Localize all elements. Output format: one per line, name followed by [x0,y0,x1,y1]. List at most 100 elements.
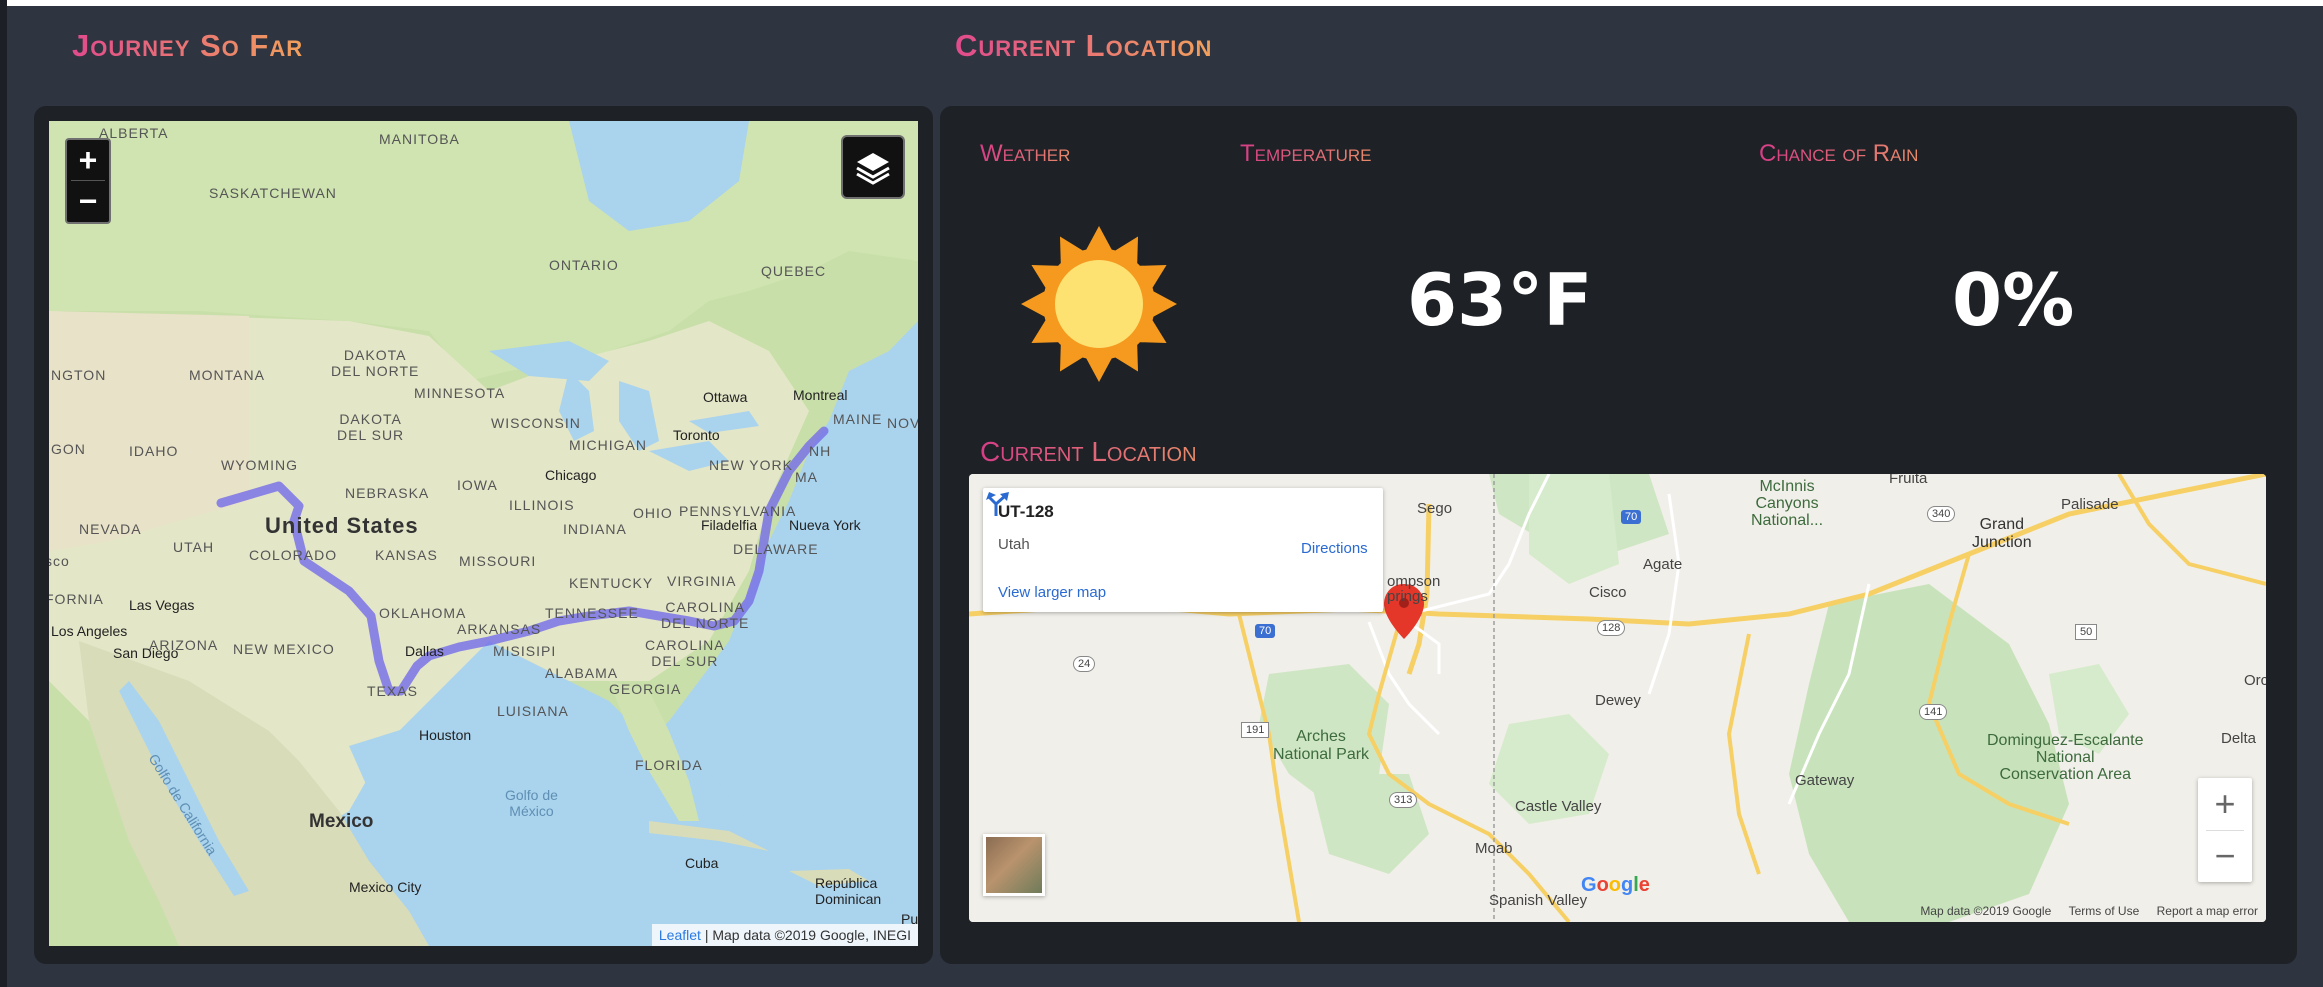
map-label-louisiana: LUISIANA [497,703,569,719]
journey-map-terrain [49,121,918,946]
route-shield-340: 340 [1927,506,1956,522]
map-label-moab: Moab [1475,840,1513,857]
map-label-filadelfia: Filadelfia [701,517,758,533]
rain-value: 0% [1952,258,2075,342]
map-label-dallas: Dallas [405,643,444,659]
weather-label: Weather [980,140,1071,167]
journey-heading: Journey So Far [72,28,304,63]
map-label-san-diego: San Diego [113,645,179,661]
route-shield-128: 128 [1597,620,1626,636]
map-label-mexico: Mexico [309,811,374,832]
map-label-carolina-sur: CAROLINA DEL SUR [645,637,725,669]
journey-zoom-control: + − [65,138,111,224]
map-label-iowa: IOWA [457,477,498,493]
view-larger-map-link[interactable]: View larger map [998,584,1106,601]
terms-link[interactable]: Terms of Use [2069,904,2140,918]
map-label-mcinnis: McInnis Canyons National... [1751,478,1824,529]
leaflet-link[interactable]: Leaflet [659,927,701,943]
map-label-wyoming: WYOMING [221,457,298,473]
map-label-missouri: MISSOURI [459,553,537,569]
map-label-minnesota: MINNESOTA [414,385,506,401]
map-info-card: UT-128 Utah View larger map Directions [983,488,1383,612]
current-location-label: Current Location [980,436,1197,467]
location-map[interactable]: Sego ompson prings Agate Cisco Dewey McI… [969,474,2266,922]
map-label-south-dakota: DAKOTA DEL SUR [337,411,405,443]
map-label-agate: Agate [1643,556,1683,573]
map-label-delaware: DELAWARE [733,541,819,557]
map-label-arkansas: ARKANSAS [457,621,542,637]
map-label-sco: sco [49,553,70,569]
map-label-nebraska: NEBRASKA [345,485,430,501]
map-data-text: Map data ©2019 Google [1920,904,2052,918]
temperature-value: 63°F [1407,258,1593,342]
map-label-colorado: COLORADO [249,547,338,563]
map-label-castle-valley: Castle Valley [1515,798,1602,815]
journey-zoom-out-button[interactable]: − [67,181,109,221]
directions-icon[interactable] [983,488,1013,518]
map-label-ottawa: Ottawa [703,389,748,405]
map-label-arches: Arches National Park [1273,728,1370,763]
map-label-houston: Houston [419,727,472,743]
map-label-nueva-york: Nueva York [789,517,861,533]
map-label-montreal: Montreal [793,387,848,403]
map-label-dominican: República Dominican [815,875,882,907]
map-label-orc: Orc [2244,672,2266,689]
route-shield-50: 50 [2075,624,2098,640]
directions-link[interactable]: Directions [1301,540,1368,557]
route-shield-24: 24 [1073,656,1096,672]
route-shield-313: 313 [1389,792,1418,808]
map-label-nh: NH [809,443,832,459]
map-label-grand-junction: Grand Junction [1972,516,2032,551]
map-label-nevada: NEVADA [79,521,142,537]
map-label-montana: MONTANA [189,367,265,383]
temperature-label: Temperature [1240,140,1372,167]
route-shield-70-north: 70 [1621,510,1642,524]
map-label-kentucky: KENTUCKY [569,575,654,591]
map-label-michigan: MICHIGAN [569,437,647,453]
journey-attribution: Leaflet | Map data ©2019 Google, INEGI [651,924,918,946]
map-label-dewey: Dewey [1595,692,1641,709]
map-label-nov: NOV [887,415,918,431]
map-label-ma: MA [795,469,818,485]
map-label-saskatchewan: SASKATCHEWAN [209,185,337,201]
map-label-gulf-mexico: Golfo de México [505,787,558,819]
route-shield-191: 191 [1241,722,1270,738]
map-label-gon: GON [51,441,86,457]
map-label-utah: UTAH [173,539,215,555]
current-location-heading: Current Location [955,28,1213,63]
map-label-manitoba: MANITOBA [379,131,460,147]
map-label-oklahoma: OKLAHOMA [379,605,467,621]
google-logo: Google [1581,874,1650,896]
map-label-las-vegas: Las Vegas [129,597,195,613]
map-label-alabama: ALABAMA [545,665,619,681]
map-label-quebec: QUEBEC [761,263,827,279]
layers-icon [856,153,890,185]
map-label-wisconsin: WISCONSIN [491,415,581,431]
map-label-kansas: KANSAS [375,547,438,563]
map-label-new-york: NEW YORK [709,457,793,473]
info-subtitle: Utah [998,536,1030,553]
route-shield-141: 141 [1919,704,1948,720]
map-label-tennessee: TENNESSEE [545,605,639,621]
map-label-mississippi: MISISIPI [493,643,557,659]
rain-label: Chance of Rain [1759,140,1919,167]
map-label-toronto: Toronto [673,427,720,443]
map-label-los-angeles: Los Angeles [51,623,128,639]
map-label-united-states: United States [265,513,419,538]
map-label-georgia: GEORGIA [609,681,682,697]
map-label-illinois: ILLINOIS [509,497,575,513]
map-label-mexico-city: Mexico City [349,879,422,895]
report-error-link[interactable]: Report a map error [2157,904,2258,918]
map-label-thompson: ompson prings [1387,573,1441,605]
location-zoom-in-button[interactable]: + [2198,778,2252,830]
map-footer: Map data ©2019 Google Terms of Use Repor… [1906,904,2258,918]
map-label-cisco: Cisco [1589,584,1627,601]
location-zoom-out-button[interactable]: − [2198,830,2252,882]
map-label-ngton: NGTON [51,367,107,383]
map-label-fornia: FORNIA [49,591,104,607]
map-label-sego: Sego [1417,500,1453,517]
satellite-toggle[interactable] [983,834,1045,896]
layers-button[interactable] [841,135,905,199]
journey-map[interactable]: ALBERTA MANITOBA SASKATCHEWAN ONTARIO QU… [49,121,918,946]
journey-zoom-in-button[interactable]: + [67,140,109,180]
